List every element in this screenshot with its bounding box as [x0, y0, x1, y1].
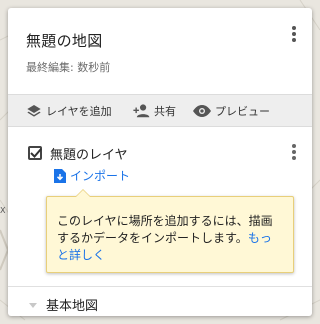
more-vert-icon	[292, 26, 296, 42]
add-places-tooltip: このレイヤに場所を追加するには、描画するかデータをインポートします。もっと詳しく	[46, 189, 294, 273]
add-person-icon	[133, 103, 150, 117]
layer-row: 無題のレイヤ	[28, 143, 128, 163]
panel-toolbar: レイヤを追加 共有 プレビュー	[8, 94, 312, 127]
share-label: 共有	[154, 104, 176, 118]
preview-button[interactable]: プレビュー	[193, 95, 270, 126]
map-editor-panel: 無題の地図 最終編集: 数秒前 レイヤを追加 共有 プレビュー 無題のレイヤ イ…	[8, 8, 312, 316]
preview-label: プレビュー	[215, 104, 270, 118]
last-edited-text: 最終編集: 数秒前	[26, 61, 111, 74]
map-title[interactable]: 無題の地図	[26, 30, 103, 51]
tooltip-arrow	[75, 189, 91, 197]
expand-arrow-icon	[29, 302, 37, 308]
layer-name[interactable]: 無題のレイヤ	[50, 144, 128, 163]
map-label-fragment: X	[0, 206, 6, 215]
layers-icon	[27, 104, 41, 117]
share-button[interactable]: 共有	[132, 95, 176, 126]
tooltip-text: このレイヤに場所を追加するには、描画するかデータをインポートします。	[57, 214, 273, 245]
base-map-row[interactable]: 基本地図	[28, 295, 98, 314]
base-map-label: 基本地図	[46, 299, 99, 314]
map-options-button[interactable]	[282, 22, 306, 46]
eye-icon	[193, 104, 211, 117]
divider	[8, 286, 312, 287]
check-icon	[30, 148, 42, 158]
layer-visibility-checkbox[interactable]	[28, 146, 42, 160]
import-link[interactable]: インポート	[54, 167, 130, 184]
add-layer-label: レイヤを追加	[46, 104, 112, 118]
add-layer-button[interactable]: レイヤを追加	[26, 95, 112, 126]
import-label: インポート	[70, 169, 131, 183]
import-file-icon	[54, 168, 66, 183]
more-vert-icon	[292, 144, 296, 160]
layer-options-button[interactable]	[282, 140, 306, 164]
